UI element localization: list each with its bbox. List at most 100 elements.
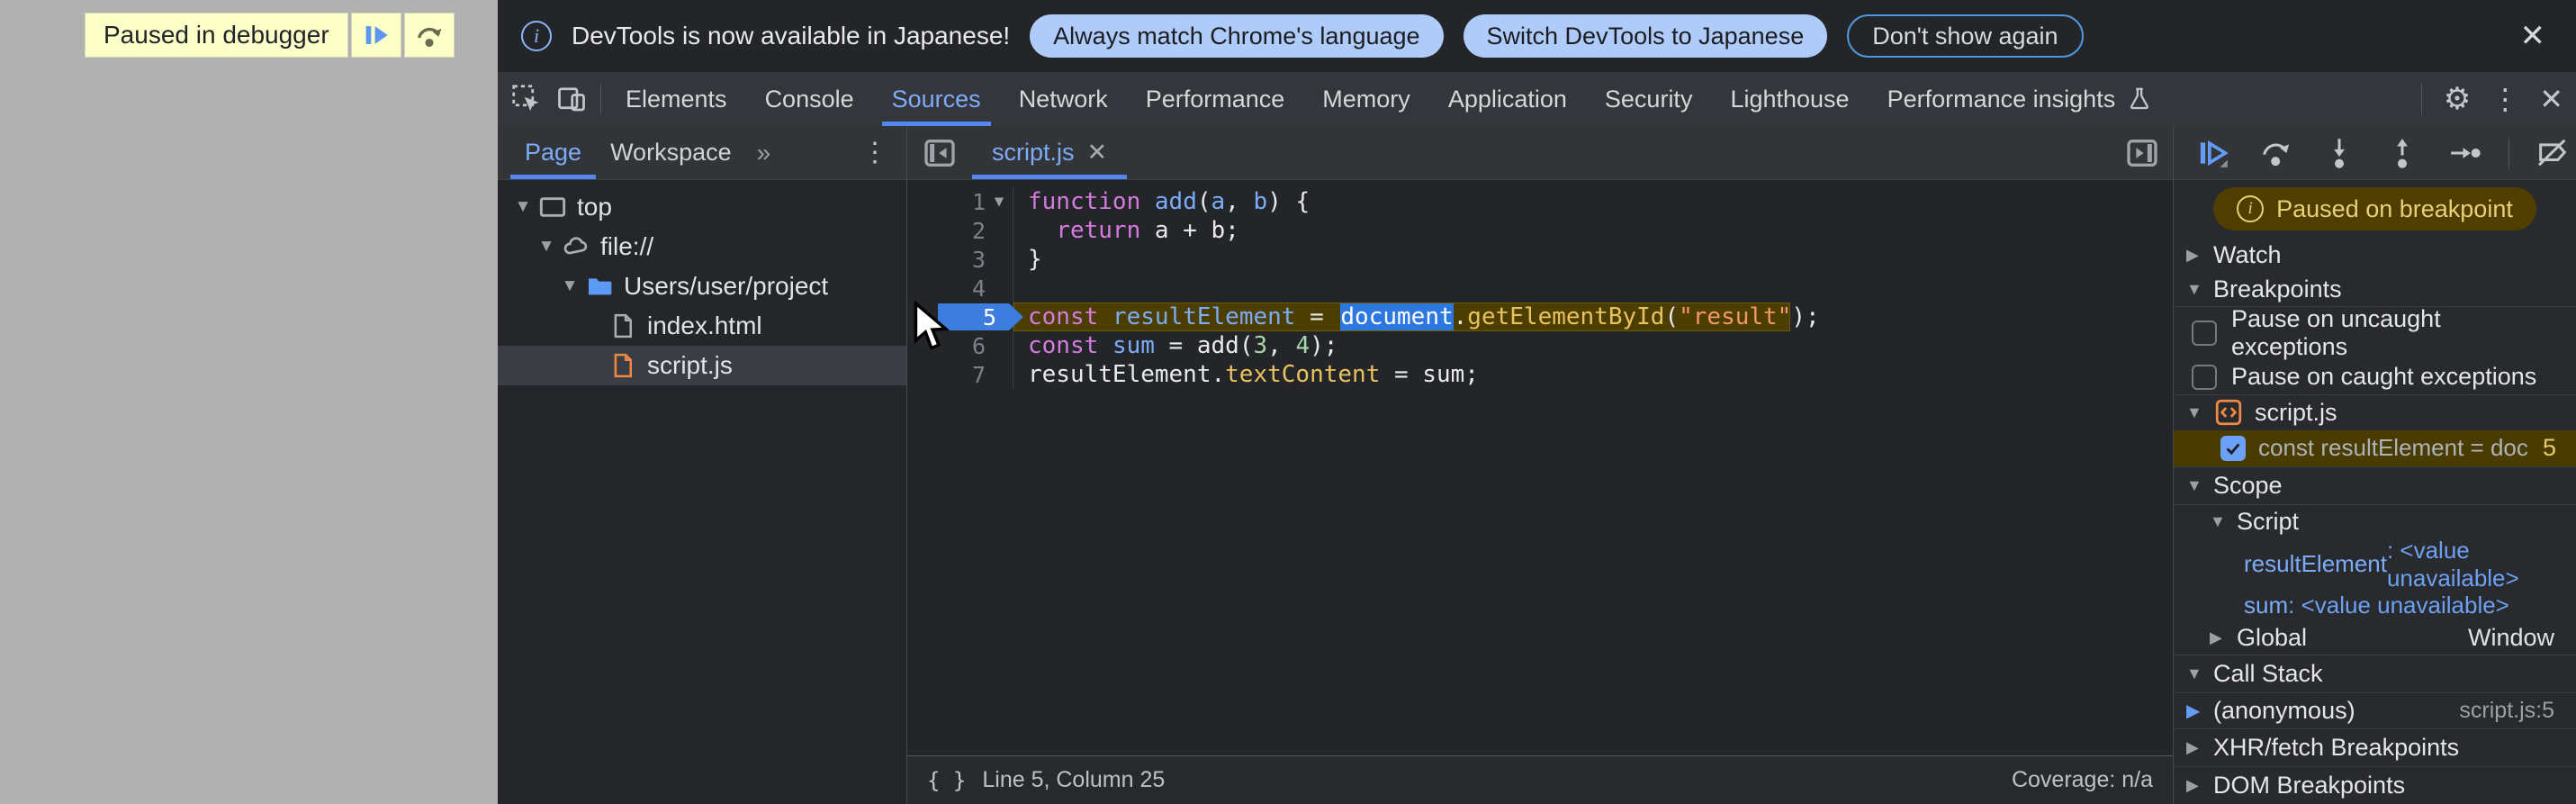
expand-arrow-icon[interactable]: ▼ [557, 276, 582, 296]
chevron-right-icon: ▶ [2210, 628, 2222, 646]
tab-console[interactable]: Console [746, 72, 873, 126]
tree-item-users-user-project[interactable]: ▼ Users/user/project [498, 266, 906, 306]
tab-network[interactable]: Network [1000, 72, 1127, 126]
gutter-line-3[interactable]: 3 [907, 245, 1013, 274]
resume-button[interactable] [2193, 133, 2233, 173]
paused-status-row: i Paused on breakpoint [2174, 180, 2576, 238]
tree-item-file-[interactable]: ▼ file:// [498, 227, 906, 266]
switch-to-japanese-button[interactable]: Switch DevTools to Japanese [1463, 14, 1828, 58]
code-line-5[interactable]: 5 const resultElement = document. getEleme… [907, 303, 2173, 331]
step-button[interactable] [2445, 133, 2485, 173]
expand-arrow-icon[interactable]: ▼ [510, 197, 536, 217]
gutter-line-6[interactable]: 6 [907, 331, 1013, 360]
hide-navigator-icon[interactable] [907, 126, 972, 179]
watch-section-header[interactable]: ▶ Watch [2174, 238, 2576, 272]
gutter-line-1[interactable]: 1 ▼ [907, 187, 1013, 216]
tree-item-top[interactable]: ▼ top [498, 187, 906, 227]
tab-lighthouse[interactable]: Lighthouse [1711, 72, 1868, 126]
xhr-breakpoints-label: XHR/fetch Breakpoints [2213, 734, 2460, 762]
more-options-kebab-icon[interactable]: ⋮ [2487, 82, 2523, 116]
dom-breakpoints-section-header[interactable]: ▶ DOM Breakpoints [2174, 766, 2576, 804]
devtools-close-icon[interactable]: ✕ [2539, 82, 2563, 116]
checkbox-unchecked[interactable] [2192, 364, 2217, 390]
scope-script-row[interactable]: ▼ Script [2174, 503, 2576, 538]
gutter-line-2[interactable]: 2 [907, 216, 1013, 245]
gutter-line-4[interactable]: 4 [907, 274, 1013, 303]
resume-icon [365, 26, 388, 44]
tab-elements[interactable]: Elements [607, 72, 746, 126]
call-stack-frame[interactable]: ▶ (anonymous) script.js:5 [2174, 692, 2576, 728]
infobar-message: DevTools is now available in Japanese! [572, 22, 1011, 50]
scope-section-header[interactable]: ▼ Scope [2174, 465, 2576, 504]
line-number[interactable]: 1 [972, 189, 986, 215]
tab-application[interactable]: Application [1429, 72, 1586, 126]
navigator-tab-workspace[interactable]: Workspace [596, 126, 746, 179]
line-number[interactable]: 7 [972, 362, 986, 388]
editor-tab-scriptjs[interactable]: script.js ✕ [972, 126, 1128, 179]
infobar-close-icon[interactable]: ✕ [2513, 18, 2553, 54]
hide-debugger-sidebar-icon[interactable] [2124, 135, 2160, 171]
token-kw: function [1028, 188, 1141, 215]
breakpoints-section-header[interactable]: ▼ Breakpoints [2174, 272, 2576, 306]
dont-show-again-button[interactable]: Don't show again [1847, 14, 2084, 58]
tree-item-script-js[interactable]: script.js [498, 346, 906, 385]
device-toolbar-icon[interactable] [555, 83, 588, 115]
more-tabs-chevron-icon[interactable]: » [746, 126, 780, 179]
checkbox-checked[interactable] [2220, 435, 2246, 461]
fold-arrow-icon[interactable]: ▼ [986, 193, 1013, 211]
expand-arrow-icon[interactable]: ▼ [534, 237, 559, 257]
pause-uncaught-label: Pause on uncaught exceptions [2231, 305, 2441, 361]
code-line-4[interactable]: 4 [907, 274, 2173, 303]
pause-caught-exceptions-row[interactable]: Pause on caught exceptions [2174, 360, 2576, 394]
always-match-language-button[interactable]: Always match Chrome's language [1030, 14, 1444, 58]
file-js-icon [608, 350, 638, 381]
inspect-element-icon[interactable] [510, 83, 543, 115]
tab-performance-insights[interactable]: Performance insights [1869, 72, 2173, 126]
settings-gear-icon[interactable]: ⚙ [2444, 81, 2471, 117]
code-text: const sum = add(3, 4); [1013, 331, 1338, 360]
breakpoint-file-group[interactable]: ▼ script.js [2174, 393, 2576, 430]
step-over-button[interactable] [403, 13, 455, 58]
step-out-button[interactable] [2382, 133, 2422, 173]
tree-item-label: top [577, 193, 612, 221]
navigator-tab-page[interactable]: Page [510, 126, 597, 179]
format-braces-icon[interactable]: { } [927, 768, 966, 793]
gutter-line-7[interactable]: 7 [907, 360, 1013, 389]
step-over-button[interactable] [2256, 133, 2296, 173]
code-text: } [1013, 245, 1042, 274]
tab-sources[interactable]: Sources [873, 72, 1000, 126]
tab-security[interactable]: Security [1586, 72, 1712, 126]
token-d [1098, 303, 1112, 330]
resume-script-button[interactable] [350, 13, 401, 58]
tab-performance[interactable]: Performance [1127, 72, 1304, 126]
editor-tab-close-icon[interactable]: ✕ [1087, 139, 1108, 167]
code-editor[interactable]: 1 ▼ function add(a, b) {2 return a + b; 3} 4… [907, 180, 2173, 755]
code-line-2[interactable]: 2 return a + b; [907, 216, 2173, 245]
line-number[interactable]: 6 [972, 333, 986, 359]
tab-memory[interactable]: Memory [1303, 72, 1429, 126]
pause-uncaught-exceptions-row[interactable]: Pause on uncaught exceptions [2174, 305, 2576, 361]
scope-variable-row[interactable]: resultElement: <value unavailable> [2174, 537, 2576, 592]
gutter-line-5[interactable]: 5 [907, 303, 1013, 331]
code-line-1[interactable]: 1 ▼ function add(a, b) { [907, 187, 2173, 216]
line-number[interactable]: 4 [972, 276, 986, 302]
xhr-breakpoints-section-header[interactable]: ▶ XHR/fetch Breakpoints [2174, 728, 2576, 766]
line-number[interactable]: 3 [972, 247, 986, 273]
tree-item-index-html[interactable]: index.html [498, 306, 906, 346]
checkbox-unchecked[interactable] [2192, 321, 2217, 347]
deactivate-breakpoints-button[interactable] [2533, 133, 2572, 173]
code-line-3[interactable]: 3} [907, 245, 2173, 274]
call-stack-section-header[interactable]: ▼ Call Stack [2174, 655, 2576, 692]
code-line-6[interactable]: 6 const sum = add(3, 4); [907, 331, 2173, 360]
breakpoint-entry[interactable]: const resultElement = doc⋯ 5 [2174, 429, 2576, 466]
token-d: = add( [1154, 332, 1254, 359]
breakpoint-snippet: const resultElement = doc⋯ [2258, 434, 2530, 462]
step-into-button[interactable] [2319, 133, 2359, 173]
code-line-7[interactable]: 7 resultElement. textContent = sum; [907, 360, 2173, 389]
chevron-right-icon: ▶ [2186, 738, 2199, 757]
line-number[interactable]: 2 [972, 218, 986, 244]
scope-variable-row[interactable]: sum: <value unavailable> [2174, 591, 2576, 620]
navigator-kebab-icon[interactable]: ⋮ [856, 126, 894, 179]
global-label: Global [2237, 623, 2308, 651]
scope-global-row[interactable]: ▶ Global Window [2174, 620, 2576, 655]
